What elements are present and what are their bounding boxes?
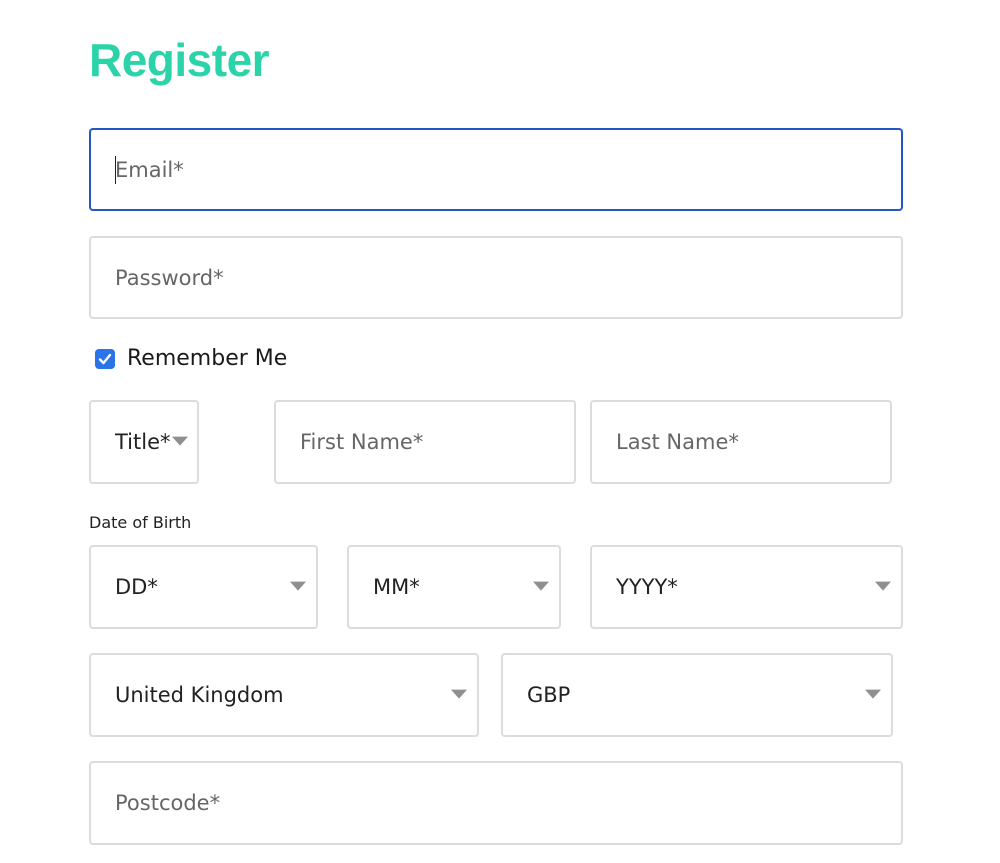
dob-year-value: YYYY* <box>616 575 678 599</box>
chevron-down-icon <box>865 689 881 699</box>
text-caret <box>115 156 116 184</box>
chevron-down-icon <box>290 581 306 591</box>
title-select-value: Title* <box>115 430 171 454</box>
title-select[interactable]: Title* <box>89 400 199 484</box>
date-of-birth-label: Date of Birth <box>89 513 192 532</box>
first-name-field-container <box>274 400 576 484</box>
country-select[interactable]: United Kingdom <box>89 653 479 737</box>
remember-me-checkbox[interactable]: Remember Me <box>95 346 287 371</box>
checkmark-icon <box>98 353 112 364</box>
dob-month-select[interactable]: MM* <box>347 545 561 629</box>
currency-value: GBP <box>527 683 571 707</box>
password-input[interactable] <box>91 238 901 317</box>
email-field-container <box>89 128 903 211</box>
chevron-down-icon <box>172 436 188 446</box>
chevron-down-icon <box>875 581 891 591</box>
remember-me-label: Remember Me <box>127 346 288 371</box>
checkbox-checked[interactable] <box>95 348 115 369</box>
first-name-input[interactable] <box>276 402 574 482</box>
postcode-field-container <box>89 761 903 845</box>
chevron-down-icon <box>451 689 467 699</box>
email-input[interactable] <box>91 130 901 209</box>
password-field-container <box>89 236 903 319</box>
postcode-input[interactable] <box>91 763 901 843</box>
dob-month-value: MM* <box>373 575 420 599</box>
chevron-down-icon <box>533 581 549 591</box>
last-name-input[interactable] <box>592 402 890 482</box>
dob-day-value: DD* <box>115 575 158 599</box>
dob-day-select[interactable]: DD* <box>89 545 318 629</box>
country-value: United Kingdom <box>115 683 284 707</box>
dob-year-select[interactable]: YYYY* <box>590 545 903 629</box>
page-title: Register <box>89 34 270 86</box>
last-name-field-container <box>590 400 892 484</box>
currency-select[interactable]: GBP <box>501 653 893 737</box>
